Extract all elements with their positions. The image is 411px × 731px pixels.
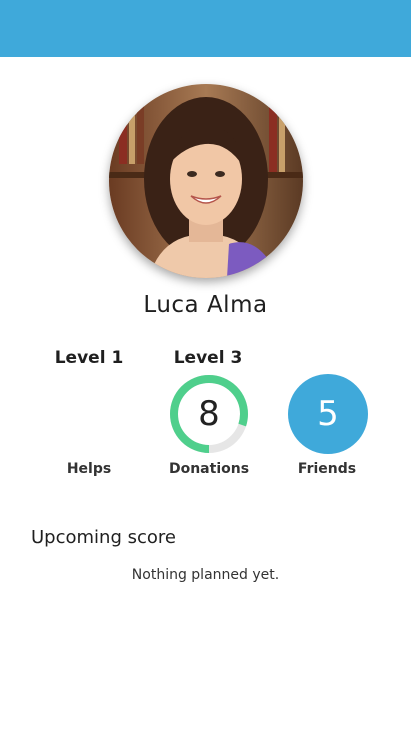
donations-count: 8 — [198, 394, 220, 434]
donations-level: Level 3 — [173, 348, 243, 368]
profile-avatar[interactable] — [109, 84, 303, 278]
friends-label: Friends — [297, 461, 357, 477]
avatar-photo — [109, 84, 303, 278]
upcoming-score-title: Upcoming score — [31, 527, 176, 548]
helps-level: Level 1 — [54, 348, 124, 368]
helps-label: Helps — [66, 461, 112, 477]
donations-label: Donations — [168, 461, 250, 477]
profile-name: Luca Alma — [143, 292, 268, 318]
header-bar — [0, 0, 411, 57]
upcoming-empty-message: Nothing planned yet. — [131, 567, 280, 583]
friends-count-badge[interactable]: 5 — [288, 374, 368, 454]
